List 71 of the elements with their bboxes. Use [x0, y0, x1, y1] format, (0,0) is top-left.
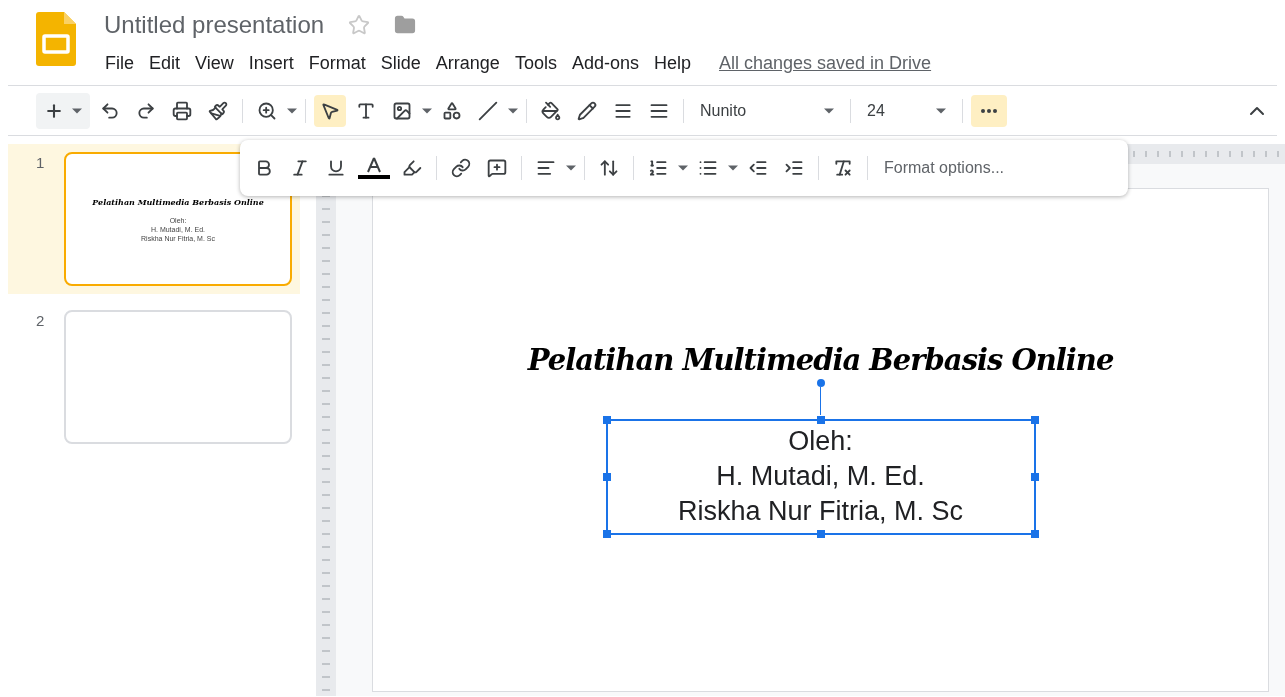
pencil-icon: [577, 100, 597, 121]
slide-number: 2: [36, 311, 46, 331]
outdent-icon: [748, 158, 768, 178]
dropdown-caret-icon[interactable]: [936, 107, 946, 114]
menu-item[interactable]: Tools: [509, 50, 562, 77]
menu-item[interactable]: Add-ons: [566, 50, 644, 77]
dropdown-caret-icon[interactable]: [508, 107, 518, 114]
text-box-icon: [356, 100, 376, 121]
text-line: H. Mutadi, M. Ed.: [716, 460, 925, 493]
new-slide-button[interactable]: [36, 92, 90, 129]
font-dropdown[interactable]: Nunito: [692, 98, 842, 123]
indent-icon: [784, 158, 804, 178]
numbered-list-icon: [648, 158, 668, 178]
menu-item[interactable]: Insert: [243, 50, 299, 77]
save-status-link[interactable]: All changes saved in Drive: [719, 50, 932, 77]
menu-item[interactable]: Help: [648, 50, 696, 77]
cursor-icon: [320, 100, 340, 121]
line-spacing-icon: [599, 158, 619, 178]
printer-icon: [172, 100, 192, 121]
undo-icon: [100, 100, 120, 121]
redo-icon: [136, 100, 156, 121]
slide-number: 1: [36, 153, 46, 173]
more-button[interactable]: [971, 94, 1007, 127]
italic-icon: [290, 158, 310, 178]
folder-icon[interactable]: [394, 14, 417, 36]
resize-handle[interactable]: [816, 529, 825, 538]
dropdown-caret-icon[interactable]: [824, 107, 834, 114]
thumbnail-title: Pelatihan Multimedia Berbasis Online: [92, 195, 264, 208]
more-icon: [981, 108, 997, 113]
resize-handle[interactable]: [816, 415, 825, 424]
menu-item[interactable]: View: [190, 50, 239, 77]
dropdown-caret-icon[interactable]: [287, 107, 297, 114]
resize-handle[interactable]: [1030, 415, 1039, 424]
comment-plus-icon: [487, 158, 507, 178]
resize-handle[interactable]: [1030, 529, 1039, 538]
slide-canvas[interactable]: Pelatihan Multimedia Berbasis Online Oleh: H. Mutadi, M. Ed. Riskha Nur Fitria, M. Sc: [372, 188, 1269, 692]
document-title[interactable]: Untitled presentation: [104, 7, 325, 43]
dropdown-caret-icon[interactable]: [422, 107, 432, 114]
slide-thumbnail[interactable]: [64, 310, 292, 444]
paint-bucket-icon: [541, 100, 561, 121]
letter-a-icon: [366, 157, 382, 173]
line-icon: [478, 100, 498, 121]
format-options-button[interactable]: Format options...: [876, 156, 1013, 180]
text-box[interactable]: Oleh: H. Mutadi, M. Ed. Riskha Nur Fitria, M. Sc: [605, 418, 1036, 535]
menu-item[interactable]: Arrange: [430, 50, 505, 77]
link-icon: [451, 158, 471, 178]
resize-handle[interactable]: [1030, 472, 1039, 481]
slide-title[interactable]: Pelatihan Multimedia Berbasis Online: [527, 339, 1114, 383]
underline-icon: [326, 158, 346, 178]
resize-handle[interactable]: [602, 415, 611, 424]
text-line: Oleh:: [788, 425, 853, 458]
bulleted-list-icon: [698, 158, 718, 178]
paint-roller-icon: [208, 100, 228, 121]
rotate-handle[interactable]: [816, 378, 825, 387]
shapes-icon: [442, 100, 462, 121]
text-line: Riskha Nur Fitria, M. Sc: [677, 495, 963, 528]
menu-item[interactable]: Slide: [375, 50, 426, 77]
star-icon[interactable]: [348, 14, 371, 36]
image-icon: [392, 100, 412, 121]
menu-item[interactable]: Edit: [144, 50, 186, 77]
resize-handle[interactable]: [602, 472, 611, 481]
resize-handle[interactable]: [602, 529, 611, 538]
zoom-in-icon: [257, 100, 277, 121]
align-left-icon: [536, 158, 556, 178]
dropdown-caret-icon[interactable]: [72, 107, 82, 114]
highlighter-icon: [402, 158, 422, 178]
select-tool-button[interactable]: [314, 94, 346, 127]
font-size-dropdown[interactable]: 24: [859, 98, 954, 123]
menu-item[interactable]: Format: [303, 50, 371, 77]
menu-item[interactable]: File: [100, 50, 139, 77]
clear-formatting-icon: [833, 158, 853, 178]
